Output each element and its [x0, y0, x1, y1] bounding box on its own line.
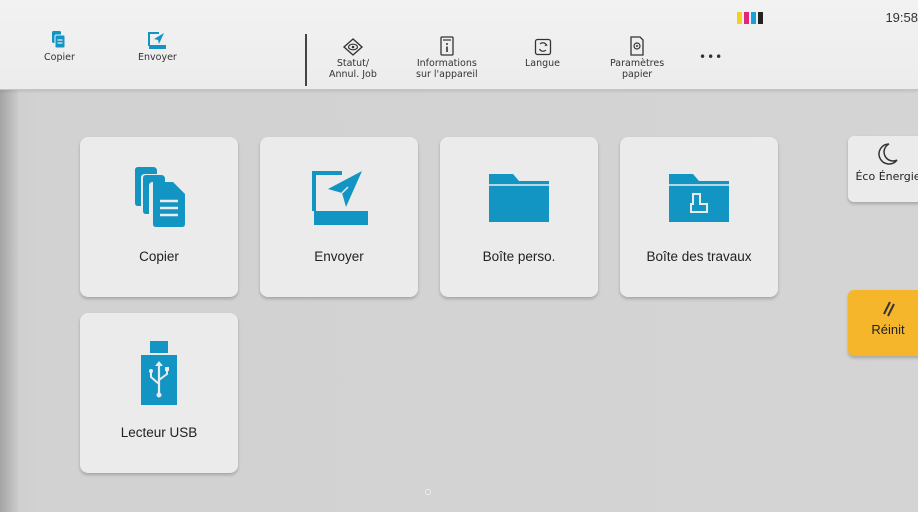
tile-boite-perso[interactable]: Boîte perso.	[440, 137, 598, 297]
copy-icon	[135, 167, 185, 227]
more-button[interactable]: •••	[699, 50, 723, 64]
tile-envoyer[interactable]: Envoyer	[260, 137, 418, 297]
job-box-icon	[669, 174, 729, 222]
topbar-copier-label: Copier	[44, 52, 75, 63]
topbar-copier-button[interactable]: Copier	[44, 30, 75, 63]
reset-button[interactable]: Réinit	[848, 290, 918, 356]
tile-copier[interactable]: Copier	[80, 137, 238, 297]
send-icon	[148, 32, 167, 49]
home-screen: 19:58 Copier Envoyer Statut/ Annul. Job …	[0, 0, 918, 512]
topbar-device-info-button[interactable]: Informations sur l'appareil	[416, 36, 478, 80]
reset-icon	[883, 301, 895, 317]
clock: 19:58	[885, 10, 918, 25]
topbar-envoyer-button[interactable]: Envoyer	[138, 30, 177, 63]
topbar-language-button[interactable]: Langue	[525, 38, 560, 69]
topbar-status-button[interactable]: Statut/ Annul. Job	[329, 38, 377, 80]
topbar-paper-settings-label: Paramètres papier	[610, 58, 665, 80]
info-icon	[440, 36, 454, 56]
tile-lecteur-usb-label: Lecteur USB	[120, 425, 198, 440]
tile-envoyer-label: Envoyer	[314, 249, 364, 264]
tile-copier-label: Copier	[139, 249, 179, 264]
tile-boite-des-travaux-label: Boîte des travaux	[646, 249, 752, 264]
top-bar: 19:58 Copier Envoyer Statut/ Annul. Job …	[0, 0, 918, 90]
send-icon	[312, 171, 368, 225]
eco-energy-label: Éco Énergie	[855, 170, 918, 183]
tile-lecteur-usb[interactable]: Lecteur USB	[80, 313, 238, 473]
topbar-paper-settings-button[interactable]: Paramètres papier	[610, 36, 664, 80]
language-icon	[534, 38, 551, 56]
eco-energy-button[interactable]: Éco Énergie	[848, 136, 918, 202]
topbar-language-label: Langue	[525, 58, 561, 69]
paper-settings-icon	[630, 36, 644, 56]
folder-icon	[489, 174, 549, 222]
toner-level-indicator	[737, 12, 763, 24]
tile-boite-perso-label: Boîte perso.	[482, 249, 556, 264]
moon-icon	[878, 143, 898, 165]
reset-label: Réinit	[871, 322, 905, 337]
topbar-envoyer-label: Envoyer	[138, 52, 177, 63]
tile-boite-des-travaux[interactable]: Boîte des travaux	[620, 137, 778, 297]
eye-icon	[342, 38, 363, 56]
topbar-divider	[305, 34, 307, 86]
usb-icon	[141, 341, 177, 405]
page-indicator	[425, 489, 431, 495]
topbar-status-label: Statut/ Annul. Job	[329, 58, 377, 80]
topbar-device-info-label: Informations sur l'appareil	[416, 58, 478, 80]
copy-icon	[52, 31, 66, 49]
